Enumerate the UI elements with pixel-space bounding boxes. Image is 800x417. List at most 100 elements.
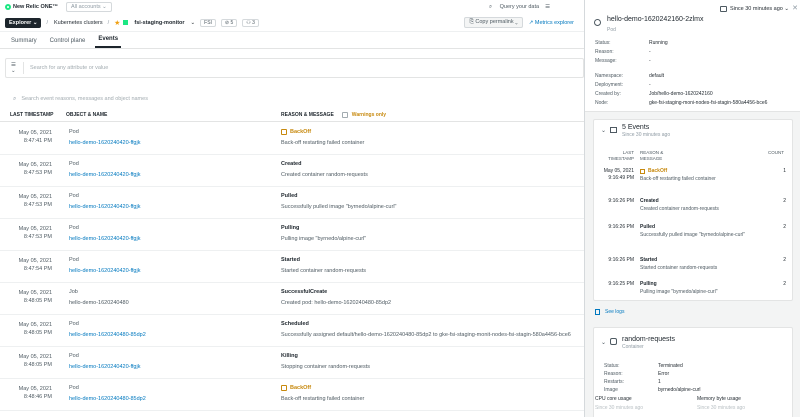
warning-icon: [640, 168, 645, 174]
query-data-button[interactable]: ⌕ Query your data: [489, 4, 539, 11]
warning-icon: [281, 129, 287, 135]
chevron-down-icon[interactable]: ⌄: [601, 339, 606, 346]
tab-control-plane[interactable]: Control plane: [47, 38, 89, 48]
pod-events-card: ⌄ 5 Events Since 30 minutes ago LAST TIM…: [593, 119, 793, 301]
event-date: May 05, 2021: [18, 162, 52, 168]
time-picker-label: Since 30 minutes ago: [729, 6, 783, 12]
tab-events[interactable]: Events: [95, 36, 122, 48]
container-card-header[interactable]: ⌄ random-requests Container: [601, 336, 675, 350]
pod-event-message: Started container random-requests: [640, 265, 718, 271]
filter-bar[interactable]: ☰ ⌄ Search for any attribute or value: [5, 58, 584, 78]
time-picker[interactable]: Since 30 minutes ago ⌄: [719, 6, 789, 12]
pod-event-time: 9:16:25 PM: [608, 281, 634, 287]
events-header-ts: TIMESTAMP: [608, 156, 634, 161]
tags-badge[interactable]: ⊘ 5: [220, 18, 238, 27]
events-icon: [610, 127, 618, 133]
event-message: Started container random-requests: [281, 268, 366, 274]
column-header-object-name[interactable]: OBJECT & NAME: [66, 112, 107, 118]
users-badge[interactable]: ⚇ 3: [242, 18, 259, 27]
object-name-link[interactable]: hello-demo-1620240420-ffgjk: [69, 172, 140, 178]
table-row[interactable]: May 05, 2021 8:47:53 PM Pod hello-demo-1620…: [0, 220, 584, 251]
pod-summary-card: Since 30 minutes ago ⌄ ✕ hello-demo-1620…: [585, 0, 800, 112]
favorite-star-icon[interactable]: ★: [114, 19, 120, 27]
event-reason-label: SuccessfulCreate: [281, 289, 328, 295]
tab-summary[interactable]: Summary: [8, 38, 40, 48]
pod-metadata-value: default: [649, 73, 665, 79]
pod-event-reason-label: Pulled: [640, 224, 656, 230]
table-row[interactable]: May 05, 2021 8:47:54 PM Pod hello-demo-1620…: [0, 252, 584, 283]
pod-event-timestamp: 9:16:26 PM: [594, 198, 634, 205]
object-kind: Pod: [69, 257, 79, 263]
calendar-icon: [719, 6, 727, 12]
event-message: Successfully assigned default/hello-demo…: [281, 332, 571, 338]
container-icon: [610, 338, 618, 345]
object-kind: Pod: [69, 321, 79, 327]
column-header-last-timestamp[interactable]: LAST TIMESTAMP: [10, 112, 54, 118]
object-name-link[interactable]: hello-demo-1620240480-85dp2: [69, 332, 146, 338]
event-reason: Started: [281, 257, 300, 263]
table-row[interactable]: May 05, 2021 8:48:05 PM Pod hello-demo-1620…: [0, 348, 584, 379]
event-reason-label: Pulled: [281, 193, 298, 199]
table-row[interactable]: May 05, 2021 8:47:41 PM Pod hello-demo-1620…: [0, 124, 584, 155]
entity-name-dropdown[interactable]: fsi-staging-monitor: [134, 20, 184, 26]
pod-metadata-key: Deployment:: [595, 82, 624, 88]
pod-event-timestamp: 9:16:25 PM: [594, 281, 634, 288]
table-row[interactable]: May 05, 2021 8:48:46 PM Pod hello-demo-1620…: [0, 380, 584, 411]
event-search-input[interactable]: ⌕ Search event reasons, messages and obj…: [13, 93, 573, 105]
events-card-header[interactable]: ⌄ 5 Events Since 30 minutes ago: [601, 124, 670, 138]
menu-icon[interactable]: ☰: [545, 4, 550, 10]
container-detail-key: Image: [604, 387, 618, 393]
event-timestamp: May 05, 2021 8:48:05 PM: [14, 353, 52, 369]
pod-title: hello-demo-1620242160-2zlmx: [607, 16, 704, 23]
breadcrumb-kubernetes-clusters[interactable]: Kubernetes clusters: [54, 20, 103, 26]
container-detail-value: Error: [658, 371, 670, 377]
account-selector[interactable]: All accounts ⌄: [65, 2, 112, 12]
event-message: Stopping container random-requests: [281, 364, 370, 370]
new-relic-logo[interactable]: New Relic ONE™: [5, 4, 58, 10]
event-date: May 05, 2021: [18, 354, 52, 360]
pod-status-key: Status:: [595, 40, 611, 46]
table-row[interactable]: May 05, 2021 8:47:53 PM Pod hello-demo-1620…: [0, 188, 584, 219]
object-kind: Pod: [69, 225, 79, 231]
event-time: 8:47:54 PM: [23, 266, 52, 272]
event-time: 8:47:41 PM: [23, 138, 52, 144]
event-timestamp: May 05, 2021 8:47:54 PM: [14, 257, 52, 273]
pod-metadata-value: Job/hello-demo-1620242160: [649, 91, 713, 97]
table-row[interactable]: May 05, 2021 8:48:05 PM Job hello-demo-1620…: [0, 284, 584, 315]
pod-event-count: 2: [783, 224, 786, 230]
filter-divider: [23, 62, 24, 74]
pod-event-reason-label: Created: [640, 198, 659, 204]
filter-input[interactable]: Search for any attribute or value: [30, 65, 108, 71]
explorer-button[interactable]: Explorer ⌄: [5, 17, 42, 28]
event-date: May 05, 2021: [18, 322, 52, 328]
event-timestamp: May 05, 2021 8:47:53 PM: [14, 225, 52, 241]
fsi-tag[interactable]: FSI: [200, 18, 216, 27]
container-detail-key: Status:: [604, 363, 620, 369]
table-row[interactable]: May 05, 2021 8:48:05 PM Pod hello-demo-1620…: [0, 316, 584, 347]
warnings-only-checkbox[interactable]: [341, 111, 348, 118]
object-name-link[interactable]: hello-demo-1620240420-ffgjk: [69, 204, 140, 210]
query-data-label: Query your data: [499, 3, 540, 10]
users-count: 3: [252, 19, 255, 26]
object-name-link[interactable]: hello-demo-1620240420-ffgjk: [69, 364, 140, 370]
close-icon[interactable]: ✕: [792, 4, 798, 12]
copy-permalink-button[interactable]: ⎘ Copy permalink ⌄: [464, 17, 523, 28]
warnings-only-label[interactable]: Warnings only: [352, 112, 386, 118]
breadcrumb-separator: /: [46, 19, 48, 26]
column-header-reason-message: REASON & MESSAGE Warnings only: [281, 111, 386, 118]
chevron-down-icon[interactable]: ⌄: [191, 20, 196, 26]
event-message: Created container random-requests: [281, 172, 368, 178]
see-logs-link[interactable]: See logs: [595, 309, 624, 315]
table-row[interactable]: May 05, 2021 8:47:53 PM Pod hello-demo-1620…: [0, 156, 584, 187]
object-name-link[interactable]: hello-demo-1620240420-ffgjk: [69, 236, 140, 242]
tags-count: 5: [230, 19, 234, 26]
object-kind: Pod: [69, 353, 79, 359]
metrics-explorer-link[interactable]: ↗ Metrics explorer: [529, 20, 574, 26]
cpu-usage-title: CPU core usage: [595, 396, 632, 402]
chevron-down-icon[interactable]: ⌄: [601, 127, 606, 134]
object-name-link[interactable]: hello-demo-1620240420-ffgjk: [69, 268, 140, 274]
object-name-link[interactable]: hello-demo-1620240480-85dp2: [69, 396, 146, 402]
filter-icon[interactable]: ☰ ⌄: [11, 62, 19, 74]
reason-message-label[interactable]: REASON & MESSAGE: [281, 112, 334, 118]
object-name-link[interactable]: hello-demo-1620240420-ffgjk: [69, 140, 140, 146]
